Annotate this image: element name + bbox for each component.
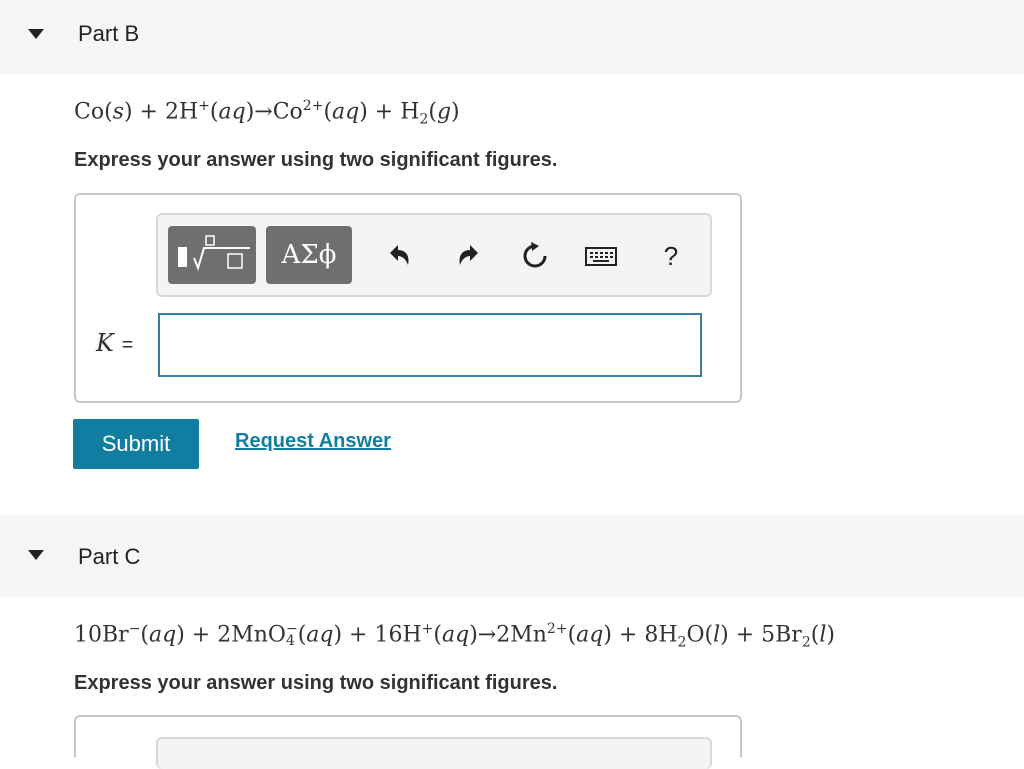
- math-toolbar: ΑΣϕ ?: [156, 213, 712, 297]
- answer-label: K =: [96, 329, 133, 357]
- k-variable: K: [96, 329, 114, 357]
- part-c-equation: 10Br−(aq) + 2MnO −4 (aq) + 16H+(aq)→2Mn2+(…: [74, 621, 835, 651]
- request-answer-link[interactable]: Request Answer: [235, 430, 391, 453]
- templates-icon: [178, 235, 250, 272]
- answer-box: ΑΣϕ ? K =: [74, 193, 742, 403]
- part-b-title: Part B: [78, 21, 140, 46]
- equals-sign: =: [121, 334, 134, 356]
- answer-input[interactable]: [158, 313, 702, 377]
- keyboard-icon[interactable]: [584, 239, 618, 273]
- templates-button[interactable]: [168, 226, 256, 284]
- collapse-triangle-icon[interactable]: [28, 29, 44, 39]
- part-b-equation: Co(s) + 2H+(aq)→Co2+(aq) + H2(g): [74, 98, 460, 128]
- help-button[interactable]: ?: [654, 239, 688, 273]
- part-b-instruction: Express your answer using two significan…: [74, 149, 558, 171]
- redo-icon[interactable]: [452, 239, 486, 273]
- undo-icon[interactable]: [382, 239, 416, 273]
- part-c-title: Part C: [78, 544, 141, 569]
- collapse-triangle-icon[interactable]: [28, 550, 44, 560]
- part-b-header[interactable]: Part B: [0, 0, 1024, 74]
- part-c-header[interactable]: Part C: [0, 515, 1024, 597]
- part-c-instruction: Express your answer using two significan…: [74, 672, 558, 694]
- reset-icon[interactable]: [518, 239, 552, 273]
- greek-letters-button[interactable]: ΑΣϕ: [266, 226, 352, 284]
- submit-button[interactable]: Submit: [73, 419, 199, 469]
- part-c-math-toolbar: [156, 737, 712, 769]
